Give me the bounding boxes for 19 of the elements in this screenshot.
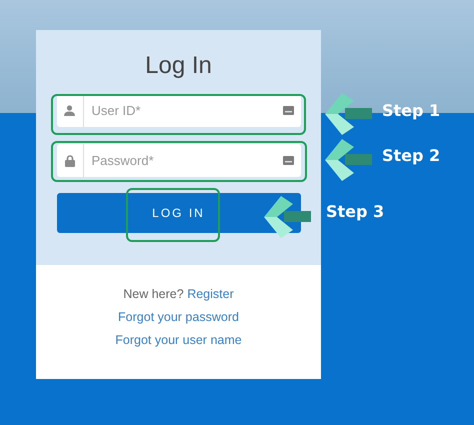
keyboard-icon (282, 156, 294, 165)
forgot-link[interactable]: Forgot your password (118, 310, 239, 324)
forgot-link[interactable]: Forgot your user name (115, 333, 242, 347)
arrow-icon (325, 139, 372, 181)
step-label: Step 2 (382, 146, 440, 165)
register-prompt: New here? (123, 287, 184, 301)
step-label: Step 3 (326, 202, 384, 221)
register-link[interactable]: Register (187, 287, 234, 301)
arrow-icon (264, 196, 311, 238)
user-icon (64, 105, 75, 116)
keyboard-icon (282, 106, 294, 115)
login-button[interactable]: LOG IN (56, 193, 300, 233)
text-input[interactable]: User ID* (84, 103, 282, 118)
arrow-icon (325, 93, 372, 135)
lock-icon (64, 154, 74, 166)
input-field[interactable]: User ID* (56, 94, 300, 127)
input-field[interactable]: Password* (56, 144, 300, 177)
text-input[interactable]: Password* (84, 153, 282, 168)
title: Log In (145, 52, 212, 80)
